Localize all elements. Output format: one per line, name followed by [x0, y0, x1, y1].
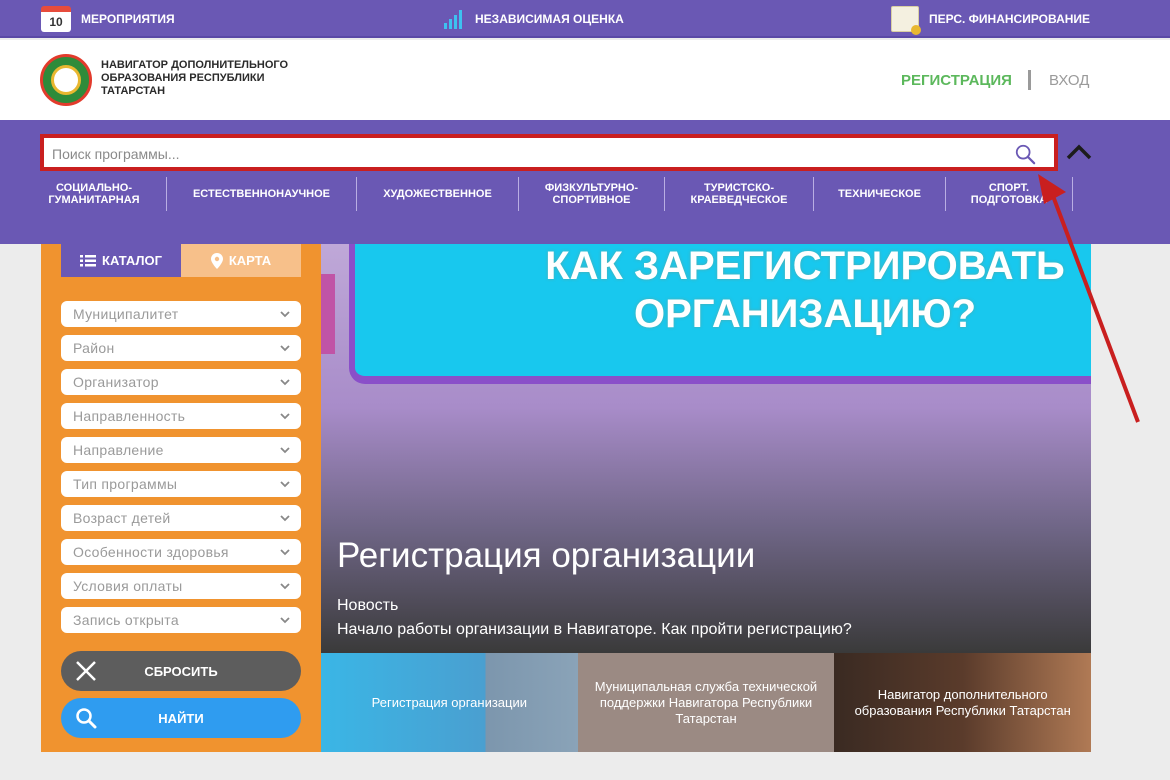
search-nav-panel: СОЦИАЛЬНО-ГУМАНИТАРНАЯ ЕСТЕСТВЕННОНАУЧНО…	[0, 120, 1170, 244]
register-link[interactable]: РЕГИСТРАЦИЯ	[901, 72, 1012, 89]
chevron-down-icon	[280, 515, 290, 522]
list-icon	[80, 254, 97, 266]
assessment-label: НЕЗАВИСИМАЯ ОЦЕНКА	[475, 12, 624, 26]
filter-label: Муниципалитет	[73, 306, 179, 322]
logo[interactable]	[40, 54, 92, 106]
filter-label: Возраст детей	[73, 510, 171, 526]
certificate-icon	[891, 6, 921, 35]
events-label: МЕРОПРИЯТИЯ	[81, 12, 175, 26]
tab-catalog[interactable]: КАТАЛОГ	[61, 244, 181, 277]
filter-label: Условия оплаты	[73, 578, 183, 594]
reset-label: СБРОСИТЬ	[144, 663, 218, 679]
category-sport[interactable]: ФИЗКУЛЬТУРНО-СПОРТИВНОЕ	[519, 177, 665, 211]
brand-name[interactable]: НАВИГАТОР ДОПОЛНИТЕЛЬНОГО ОБРАЗОВАНИЯ РЕ…	[101, 59, 321, 98]
filter-label: Район	[73, 340, 115, 356]
thumbnail-caption: Регистрация организации	[371, 694, 528, 710]
thumbnail-registration[interactable]: Регистрация организации	[321, 653, 578, 752]
chevron-down-icon	[280, 311, 290, 318]
reset-button[interactable]: СБРОСИТЬ	[61, 651, 301, 691]
close-icon	[76, 661, 96, 681]
banner-decoration	[321, 274, 335, 354]
chart-icon	[443, 7, 465, 31]
filter-health[interactable]: Особенности здоровья	[61, 539, 301, 565]
thumbnail-navigator[interactable]: Навигатор дополнительного образования Ре…	[834, 653, 1092, 752]
chevron-down-icon	[280, 447, 290, 454]
search-box	[40, 134, 1058, 171]
emblem-icon	[51, 65, 81, 95]
banner-description: Начало работы организации в Навигаторе. …	[337, 621, 852, 638]
category-art[interactable]: ХУДОЖЕСТВЕННОЕ	[357, 177, 519, 211]
financing-link[interactable]: ПЕРС. ФИНАНСИРОВАНИЕ	[891, 0, 1090, 38]
chevron-down-icon	[280, 345, 290, 352]
divider	[1028, 70, 1031, 90]
thumbnail-support-service[interactable]: Муниципальная служба технической поддерж…	[577, 653, 835, 752]
filter-label: Тип программы	[73, 476, 178, 492]
collapse-chevron-icon[interactable]	[1064, 140, 1094, 164]
filter-label: Особенности здоровья	[73, 544, 229, 560]
filter-organizer[interactable]: Организатор	[61, 369, 301, 395]
events-link[interactable]: 10 МЕРОПРИЯТИЯ	[41, 0, 175, 38]
filter-sidebar: КАТАЛОГ КАРТА Муниципалитет Район Органи…	[41, 244, 321, 752]
financing-label: ПЕРС. ФИНАНСИРОВАНИЕ	[929, 12, 1091, 26]
login-link[interactable]: ВХОД	[1049, 72, 1089, 89]
search-icon[interactable]	[1014, 143, 1036, 165]
view-tabs: КАТАЛОГ КАРТА	[61, 244, 301, 277]
filter-child-age[interactable]: Возраст детей	[61, 505, 301, 531]
find-label: НАЙТИ	[158, 710, 204, 726]
filter-program-type[interactable]: Тип программы	[61, 471, 301, 497]
filter-label: Запись открыта	[73, 612, 179, 628]
category-natural-science[interactable]: ЕСТЕСТВЕННОНАУЧНОЕ	[167, 177, 357, 211]
banner-kind: Новость	[337, 597, 399, 614]
chevron-down-icon	[280, 617, 290, 624]
thumbnail-caption: Муниципальная служба технической поддерж…	[594, 678, 818, 726]
chevron-down-icon	[280, 413, 290, 420]
filter-enrollment-open[interactable]: Запись открыта	[61, 607, 301, 633]
assessment-link[interactable]: НЕЗАВИСИМАЯ ОЦЕНКА	[443, 0, 624, 38]
tab-catalog-label: КАТАЛОГ	[102, 253, 162, 268]
calendar-icon: 10	[41, 6, 71, 32]
filter-label: Направление	[73, 442, 164, 458]
top-bar: 10 МЕРОПРИЯТИЯ НЕЗАВИСИМАЯ ОЦЕНКА ПЕРС. …	[0, 0, 1170, 38]
filter-label: Направленность	[73, 408, 186, 424]
thumbnail-caption: Навигатор дополнительного образования Ре…	[854, 686, 1071, 718]
tab-map[interactable]: КАРТА	[181, 244, 301, 277]
site-header: НАВИГАТОР ДОПОЛНИТЕЛЬНОГО ОБРАЗОВАНИЯ РЕ…	[0, 40, 1170, 120]
filter-list: Муниципалитет Район Организатор Направле…	[61, 301, 301, 641]
filter-municipality[interactable]: Муниципалитет	[61, 301, 301, 327]
chevron-down-icon	[280, 549, 290, 556]
banner-title: Регистрация организации	[337, 536, 756, 575]
chevron-down-icon	[280, 481, 290, 488]
category-menu: СОЦИАЛЬНО-ГУМАНИТАРНАЯ ЕСТЕСТВЕННОНАУЧНО…	[22, 177, 1073, 211]
find-button[interactable]: НАЙТИ	[61, 698, 301, 738]
category-technical[interactable]: ТЕХНИЧЕСКОЕ	[814, 177, 946, 211]
filter-payment[interactable]: Условия оплаты	[61, 573, 301, 599]
chevron-down-icon	[280, 583, 290, 590]
map-pin-icon	[210, 252, 223, 269]
filter-label: Организатор	[73, 374, 159, 390]
featured-banner[interactable]: КАК ЗАРЕГИСТРИРОВАТЬ ОРГАНИЗАЦИЮ? Регист…	[321, 244, 1091, 653]
filter-district[interactable]: Район	[61, 335, 301, 361]
category-sport-training[interactable]: СПОРТ. ПОДГОТОВКА	[946, 177, 1073, 211]
search-icon	[76, 708, 97, 729]
filter-orientation[interactable]: Направленность	[61, 403, 301, 429]
banner-image: КАК ЗАРЕГИСТРИРОВАТЬ ОРГАНИЗАЦИЮ?	[349, 244, 1091, 384]
search-input[interactable]	[52, 142, 1002, 166]
banner-image-text: КАК ЗАРЕГИСТРИРОВАТЬ ОРГАНИЗАЦИЮ?	[545, 244, 1065, 336]
tab-map-label: КАРТА	[228, 253, 272, 268]
category-tourism[interactable]: ТУРИСТСКО-КРАЕВЕДЧЕСКОЕ	[665, 177, 814, 211]
filter-direction[interactable]: Направление	[61, 437, 301, 463]
category-social[interactable]: СОЦИАЛЬНО-ГУМАНИТАРНАЯ	[22, 177, 167, 211]
chevron-down-icon	[280, 379, 290, 386]
news-thumbnails: Регистрация организации Муниципальная сл…	[321, 653, 1092, 752]
